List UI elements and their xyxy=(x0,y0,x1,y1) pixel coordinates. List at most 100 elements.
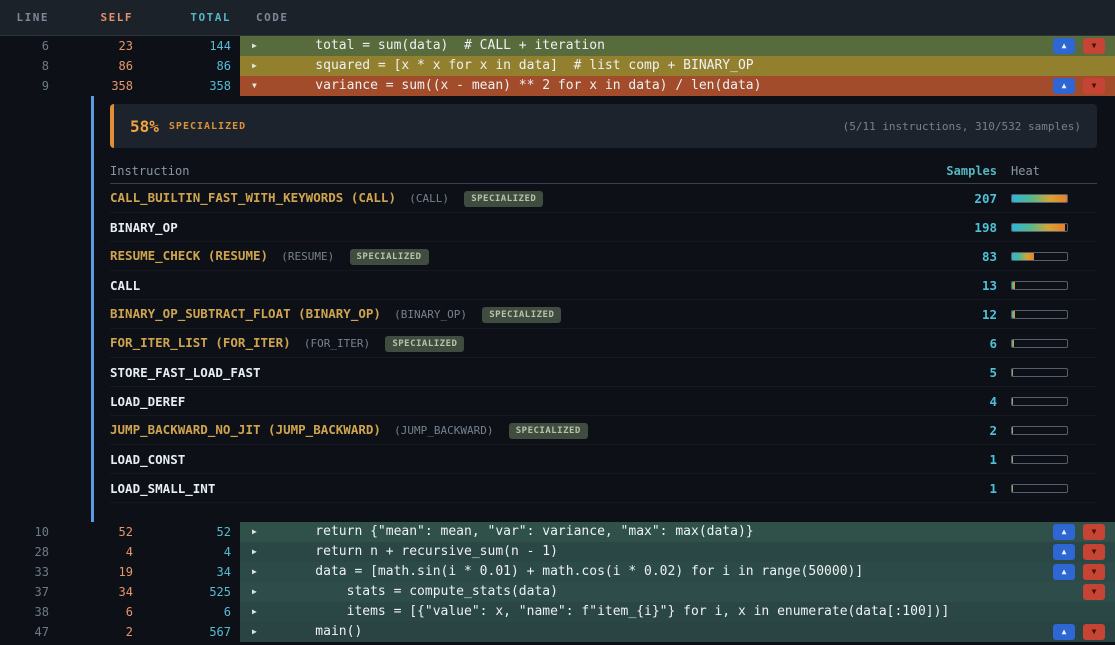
instruction-cell: BINARY_OP xyxy=(110,220,927,235)
specialized-badge: SPECIALIZED xyxy=(464,191,543,207)
instruction-name: LOAD_CONST xyxy=(110,452,185,467)
samples-count: 5 xyxy=(927,365,997,380)
code-cell: ▶ return {"mean": mean, "var": variance,… xyxy=(240,522,1115,542)
heat-bar xyxy=(1011,281,1068,290)
expand-toggle-icon[interactable]: ▶ xyxy=(252,622,257,642)
samples-count: 1 xyxy=(927,452,997,467)
code-cell: ▶ squared = [x * x for x in data] # list… xyxy=(240,56,1115,76)
move-down-button[interactable]: ▼ xyxy=(1083,564,1105,580)
instruction-base-op: (JUMP_BACKWARD) xyxy=(394,424,493,437)
total-count: 567 xyxy=(145,622,240,642)
heat-bar-fill xyxy=(1012,224,1065,231)
line-number: 47 xyxy=(0,622,60,642)
header-self: SELF xyxy=(60,11,145,24)
instruction-cell: LOAD_SMALL_INT xyxy=(110,481,927,496)
line-number: 37 xyxy=(0,582,60,602)
total-count: 4 xyxy=(145,542,240,562)
heat-bar xyxy=(1011,339,1068,348)
heat-bar-fill xyxy=(1012,427,1013,434)
heat-bar-track xyxy=(1011,223,1068,232)
move-down-button[interactable]: ▼ xyxy=(1083,544,1105,560)
self-count: 358 xyxy=(60,76,145,96)
heat-bar-fill xyxy=(1012,340,1014,347)
instruction-base-op: (RESUME) xyxy=(281,250,334,263)
expanded-connector-line xyxy=(91,96,94,522)
move-down-button[interactable]: ▼ xyxy=(1083,524,1105,540)
code-text: stats = compute_stats(data) xyxy=(284,582,558,602)
instruction-name: LOAD_SMALL_INT xyxy=(110,481,215,496)
move-up-button[interactable]: ▲ xyxy=(1053,524,1075,540)
heat-bar-fill xyxy=(1012,195,1067,202)
instruction-cell: CALL_BUILTIN_FAST_WITH_KEYWORDS (CALL) (… xyxy=(110,190,927,207)
expand-toggle-icon[interactable]: ▼ xyxy=(252,76,257,96)
instruction-cell: FOR_ITER_LIST (FOR_ITER) (FOR_ITER) SPEC… xyxy=(110,335,927,352)
expand-toggle-icon[interactable]: ▶ xyxy=(252,562,257,582)
header-code: CODE xyxy=(240,11,1115,24)
expand-toggle-icon[interactable]: ▶ xyxy=(252,542,257,562)
move-up-button[interactable]: ▲ xyxy=(1053,38,1075,54)
move-up-button[interactable]: ▲ xyxy=(1053,564,1075,580)
row-buttons: ▼ xyxy=(1083,584,1105,600)
move-up-button[interactable]: ▲ xyxy=(1053,78,1075,94)
instruction-row: BINARY_OP 198 xyxy=(110,213,1097,242)
expand-toggle-icon[interactable]: ▶ xyxy=(252,602,257,622)
instruction-name: STORE_FAST_LOAD_FAST xyxy=(110,365,261,380)
code-text: data = [math.sin(i * 0.01) + math.cos(i … xyxy=(284,562,863,582)
heat-bar-fill xyxy=(1012,485,1013,492)
self-count: 2 xyxy=(60,622,145,642)
move-down-button[interactable]: ▼ xyxy=(1083,38,1105,54)
total-count: 86 xyxy=(145,56,240,76)
instruction-name: FOR_ITER_LIST (FOR_ITER) xyxy=(110,335,291,350)
code-line-row: 6 23 144 ▶ total = sum(data) # CALL + it… xyxy=(0,36,1115,56)
heat-bar-track xyxy=(1011,455,1068,464)
line-number: 28 xyxy=(0,542,60,562)
move-up-button[interactable]: ▲ xyxy=(1053,624,1075,640)
instruction-row: CALL_BUILTIN_FAST_WITH_KEYWORDS (CALL) (… xyxy=(110,184,1097,213)
total-count: 34 xyxy=(145,562,240,582)
instruction-cell: CALL xyxy=(110,278,927,293)
self-count: 86 xyxy=(60,56,145,76)
move-down-button[interactable]: ▼ xyxy=(1083,624,1105,640)
expand-toggle-icon[interactable]: ▶ xyxy=(252,522,257,542)
specialized-badge: SPECIALIZED xyxy=(385,336,464,352)
move-down-button[interactable]: ▼ xyxy=(1083,78,1105,94)
samples-count: 2 xyxy=(927,423,997,438)
heat-bar xyxy=(1011,426,1068,435)
instruction-base-op: (CALL) xyxy=(409,192,449,205)
code-line-row: 47 2 567 ▶ main() ▲ ▼ xyxy=(0,622,1115,642)
instruction-table-header: Instruction Samples Heat xyxy=(110,158,1097,184)
instruction-row: FOR_ITER_LIST (FOR_ITER) (FOR_ITER) SPEC… xyxy=(110,329,1097,358)
samples-count: 83 xyxy=(927,249,997,264)
heat-bar-track xyxy=(1011,281,1068,290)
instruction-name: CALL_BUILTIN_FAST_WITH_KEYWORDS (CALL) xyxy=(110,190,396,205)
code-cell: ▼ variance = sum((x - mean) ** 2 for x i… xyxy=(240,76,1115,96)
instruction-name: JUMP_BACKWARD_NO_JIT (JUMP_BACKWARD) xyxy=(110,422,381,437)
row-buttons: ▲ ▼ xyxy=(1053,524,1105,540)
heat-bar xyxy=(1011,223,1068,232)
code-text: variance = sum((x - mean) ** 2 for x in … xyxy=(284,76,761,96)
instruction-name: BINARY_OP xyxy=(110,220,178,235)
code-cell: ▶ stats = compute_stats(data) ▼ xyxy=(240,582,1115,602)
expand-toggle-icon[interactable]: ▶ xyxy=(252,582,257,602)
row-buttons: ▲ ▼ xyxy=(1053,38,1105,54)
samples-count: 4 xyxy=(927,394,997,409)
header-samples: Samples xyxy=(927,164,997,178)
self-count: 34 xyxy=(60,582,145,602)
heat-bar-fill xyxy=(1012,398,1013,405)
instruction-cell: BINARY_OP_SUBTRACT_FLOAT (BINARY_OP) (BI… xyxy=(110,306,927,323)
move-up-button[interactable]: ▲ xyxy=(1053,544,1075,560)
instruction-cell: LOAD_DEREF xyxy=(110,394,927,409)
code-cell: ▶ items = [{"value": x, "name": f"item_{… xyxy=(240,602,1115,622)
instruction-name: BINARY_OP_SUBTRACT_FLOAT (BINARY_OP) xyxy=(110,306,381,321)
heat-bar-fill xyxy=(1012,311,1015,318)
self-count: 52 xyxy=(60,522,145,542)
expand-toggle-icon[interactable]: ▶ xyxy=(252,56,257,76)
instruction-name: CALL xyxy=(110,278,140,293)
line-number: 33 xyxy=(0,562,60,582)
self-count: 4 xyxy=(60,542,145,562)
move-down-button[interactable]: ▼ xyxy=(1083,584,1105,600)
heat-bar-track xyxy=(1011,339,1068,348)
code-cell: ▶ main() ▲ ▼ xyxy=(240,622,1115,642)
total-count: 525 xyxy=(145,582,240,602)
expand-toggle-icon[interactable]: ▶ xyxy=(252,36,257,56)
